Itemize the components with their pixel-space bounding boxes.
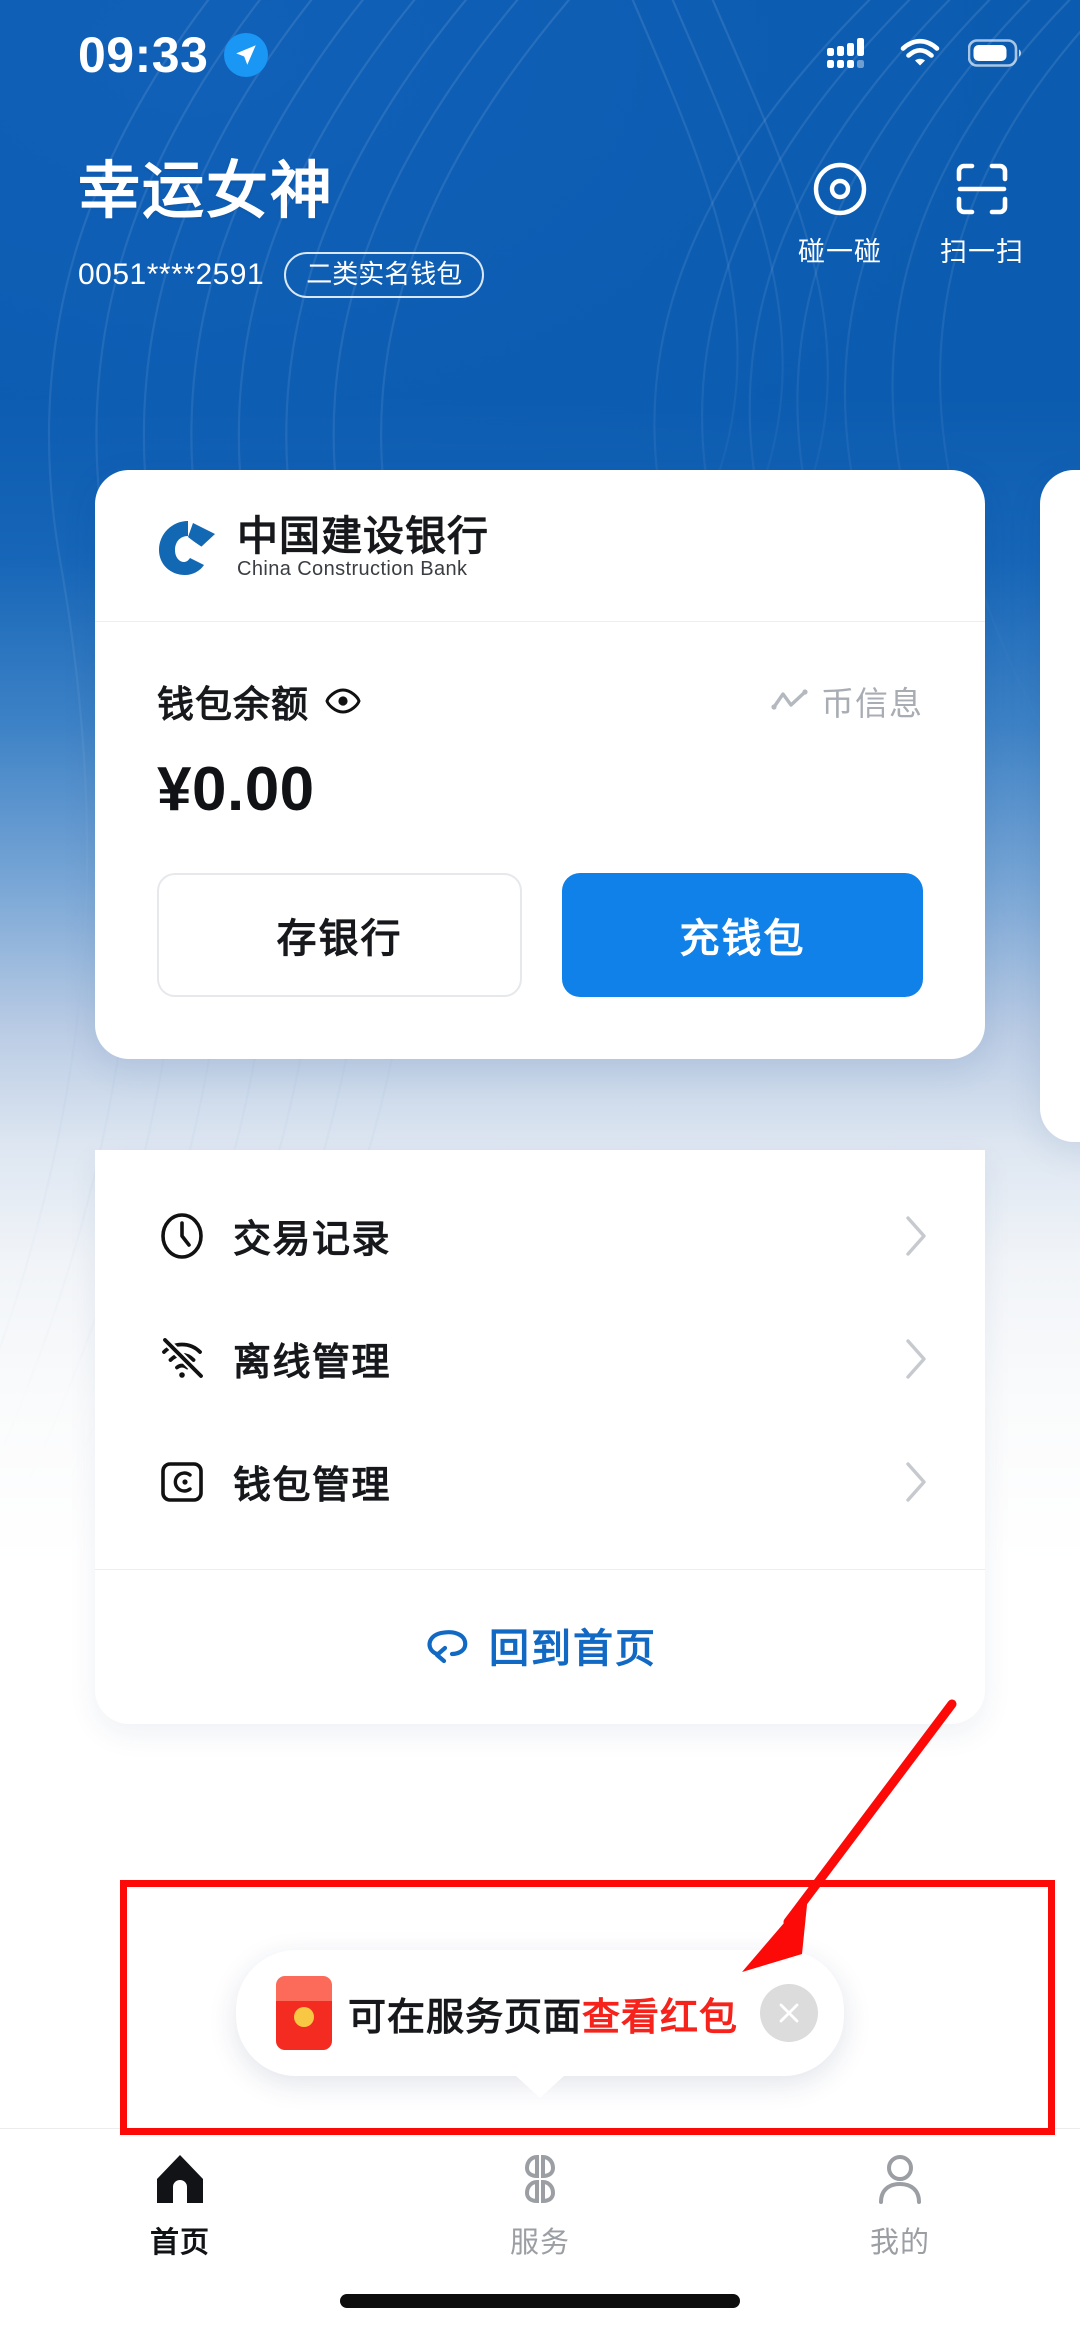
chevron-right-icon (906, 1338, 926, 1379)
return-arrow-icon (427, 1630, 468, 1664)
back-to-home-link[interactable]: 回到首页 (95, 1570, 985, 1724)
toast-container: 可在服务页面查看红包 (0, 1950, 1080, 2076)
status-bar-time: 09:33 (78, 27, 209, 83)
scan-qr-button[interactable]: 扫一扫 (940, 160, 1024, 269)
page-title: 幸运女神 (78, 157, 335, 226)
header-actions: 碰一碰 扫一扫 (798, 150, 1024, 269)
nfc-touch-icon (813, 162, 867, 216)
navigation-arrow-icon (224, 33, 269, 77)
eye-visibility-icon[interactable] (325, 688, 361, 714)
wallet-type-badge: 二类实名钱包 (284, 252, 485, 299)
header-subline: 0051****2591 二类实名钱包 (78, 252, 485, 299)
back-to-home-label: 回到首页 (489, 1627, 657, 1671)
toast-text-normal: 可在服务页面 (347, 1996, 582, 2039)
balance-label: 钱包余额 (157, 684, 309, 725)
chevron-right-icon (906, 1215, 926, 1256)
wallet-manage-icon (161, 1461, 203, 1502)
status-bar-right (826, 36, 1024, 75)
home-indicator (340, 2294, 740, 2308)
coin-info-button[interactable]: 币信息 (771, 677, 923, 725)
battery-icon (967, 38, 1024, 73)
coin-info-label: 币信息 (821, 685, 923, 722)
bank-branding: 中国建设银行 China Construction Bank (95, 470, 985, 621)
page-header: 幸运女神 0051****2591 二类实名钱包 碰一碰 扫一扫 (0, 150, 1080, 299)
balance-amount: ¥0.00 (157, 755, 315, 824)
toast-text-highlight: 查看红包 (582, 1996, 739, 2039)
account-number: 0051****2591 (78, 258, 265, 292)
balance-row: 钱包余额 币信息 (95, 622, 985, 728)
bank-name-en: China Construction Bank (237, 558, 468, 580)
menu-item-offline[interactable]: 离线管理 (95, 1297, 985, 1420)
scan-qr-label: 扫一扫 (940, 237, 1024, 267)
menu-item-label: 交易记录 (233, 1219, 392, 1261)
status-bar-left: 09:33 (78, 27, 269, 83)
home-icon (157, 2155, 203, 2203)
wifi-icon (898, 36, 942, 75)
tab-profile-label: 我的 (869, 2227, 930, 2259)
status-bar: 09:33 (0, 0, 1080, 110)
tab-profile[interactable]: 我的 (720, 2153, 1080, 2261)
tab-home[interactable]: 首页 (0, 2153, 360, 2261)
clock-history-icon (161, 1212, 203, 1259)
wallet-action-buttons: 存银行 充钱包 (95, 825, 985, 1059)
red-envelope-toast[interactable]: 可在服务页面查看红包 (235, 1950, 845, 2076)
red-envelope-icon (275, 1976, 332, 2050)
wallet-card-next-peek[interactable] (1040, 470, 1080, 1142)
menu-item-label: 离线管理 (233, 1342, 392, 1384)
tab-services-label: 服务 (509, 2227, 570, 2259)
wallet-menu-list: 交易记录 离线管理 钱包管理 回到首页 (95, 1150, 985, 1724)
balance-label-group: 钱包余额 (157, 674, 361, 728)
cellular-signal-icon (826, 36, 872, 75)
menu-item-label: 钱包管理 (233, 1465, 392, 1507)
profile-person-icon (879, 2155, 921, 2204)
header-identity: 幸运女神 0051****2591 二类实名钱包 (78, 150, 485, 299)
bottom-tab-bar: 首页 服务 我的 (0, 2128, 1080, 2336)
tab-services[interactable]: 服务 (360, 2153, 720, 2261)
chevron-right-icon (906, 1461, 926, 1502)
scan-qr-icon (956, 163, 1008, 215)
toast-close-button[interactable] (760, 1984, 819, 2042)
ccb-logo-icon (159, 520, 215, 575)
top-up-wallet-button[interactable]: 充钱包 (562, 873, 923, 997)
trend-chart-icon (771, 689, 808, 710)
wifi-offline-icon (161, 1335, 205, 1380)
nfc-touch-button[interactable]: 碰一碰 (798, 160, 882, 269)
toast-message: 可在服务页面查看红包 (348, 1986, 738, 2041)
menu-item-transactions[interactable]: 交易记录 (95, 1174, 985, 1297)
services-grid-icon (524, 2154, 556, 2204)
nfc-touch-label: 碰一碰 (798, 237, 882, 267)
bank-name-block: 中国建设银行 China Construction Bank (237, 513, 489, 580)
menu-item-wallet-manage[interactable]: 钱包管理 (95, 1420, 985, 1543)
tab-home-label: 首页 (149, 2227, 210, 2259)
wallet-card: 中国建设银行 China Construction Bank 钱包余额 币信息 … (95, 470, 985, 1059)
bank-name-cn: 中国建设银行 (237, 513, 489, 559)
close-x-icon (779, 2003, 799, 2023)
deposit-to-bank-button[interactable]: 存银行 (157, 873, 522, 997)
